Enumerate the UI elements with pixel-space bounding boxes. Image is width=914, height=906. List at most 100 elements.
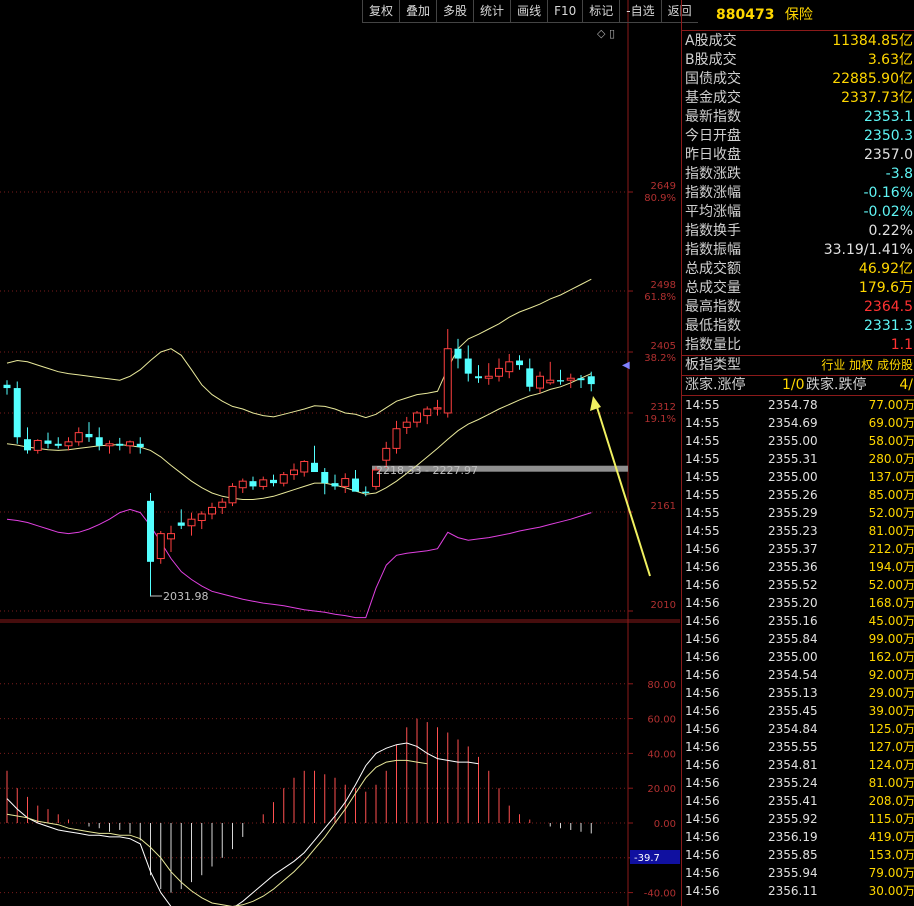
price-pointer-icon: ◀	[622, 360, 630, 371]
diamond-icon[interactable]: ◇	[597, 27, 605, 40]
tick-volume: 81.00万	[868, 524, 914, 538]
macd-dea-line	[6, 759, 428, 906]
tick-price: 2355.92	[768, 812, 818, 826]
sector-label: 板指类型	[685, 357, 741, 373]
candle-body	[382, 447, 391, 461]
tick-volume: 280.0万	[868, 452, 914, 466]
tick-volume: 52.00万	[868, 578, 914, 592]
annotation-arrow	[595, 403, 651, 577]
toolbar-fuquan-button[interactable]: 复权	[362, 0, 400, 23]
boll-lower-line	[6, 508, 592, 619]
tick-row: 14:56 2355.94 79.00万	[682, 864, 914, 882]
price-tick-label: 2010	[651, 600, 676, 611]
tick-price: 2355.52	[768, 578, 818, 592]
candle-body	[279, 474, 288, 484]
tick-volume: 99.00万	[868, 632, 914, 646]
candle-body	[557, 380, 564, 382]
sector-industry[interactable]: 行业	[821, 358, 849, 372]
candle-body	[566, 377, 575, 381]
tick-volume: 194.0万	[868, 560, 914, 574]
tick-volume: 29.00万	[868, 686, 914, 700]
tick-time: 14:55	[685, 416, 720, 430]
tick-volume: 58.00万	[868, 434, 914, 448]
tick-price: 2355.41	[768, 794, 818, 808]
tick-price: 2355.85	[768, 848, 818, 862]
tick-price: 2354.69	[768, 416, 818, 430]
sector-constituents[interactable]: 成份股	[877, 358, 913, 372]
toolbar-mark-button[interactable]: 标记	[582, 0, 620, 23]
tick-row: 14:56 2356.11 30.00万	[682, 882, 914, 900]
candle-body	[167, 533, 175, 540]
tick-time: 14:56	[685, 596, 720, 610]
stat-value: 2364.5	[864, 299, 913, 315]
stat-value: 22885.90亿	[832, 71, 913, 87]
candle-body	[95, 437, 103, 446]
kline-chart[interactable]: 2649 2498 2405 2312 2161 2010 80.9% 61.8% 38.2% 1…	[0, 0, 680, 906]
tick-price: 2355.29	[768, 506, 818, 520]
candle-body	[156, 533, 165, 560]
stat-value: 2337.73亿	[841, 90, 913, 106]
annotation-arrowhead	[590, 396, 601, 411]
stat-label: 总成交量	[685, 280, 741, 296]
stat-row: 基金成交 2337.73亿	[682, 89, 914, 108]
sector-weighted[interactable]: 加权	[849, 358, 877, 372]
candle-body	[505, 361, 514, 373]
down-label: 跌家.跌停	[806, 377, 867, 393]
tick-price: 2355.24	[768, 776, 818, 790]
toolbar-overlay-button[interactable]: 叠加	[399, 0, 437, 23]
stat-label: 最高指数	[685, 299, 741, 315]
tick-time: 14:56	[685, 560, 720, 574]
sector-values: 行业 加权 成份股	[821, 356, 913, 375]
toolbar-f10-button[interactable]: F10	[547, 0, 583, 23]
tick-time: 14:56	[685, 848, 720, 862]
candle-body	[238, 480, 247, 489]
stat-value: 2353.1	[864, 109, 913, 125]
price-tick-label: 2405	[651, 341, 676, 352]
candle-body	[454, 348, 462, 359]
candle-body	[3, 384, 11, 389]
stat-row: 指数量比 1.1	[682, 336, 914, 355]
toolbar-multistock-button[interactable]: 多股	[436, 0, 474, 23]
tick-row: 14:56 2355.37 212.0万	[682, 540, 914, 558]
price-tick-label: 2312	[651, 402, 676, 413]
toolbar-watchlist-button[interactable]: -自选	[619, 0, 661, 23]
macd-tick-label: 40.00	[647, 749, 676, 760]
window-icon[interactable]: ▯	[609, 27, 615, 40]
tick-volume: 79.00万	[868, 866, 914, 880]
toolbar-draw-button[interactable]: 画线	[510, 0, 548, 23]
tick-time: 14:55	[685, 506, 720, 520]
candle-body	[433, 407, 442, 410]
down-count: 4/	[899, 377, 913, 393]
tick-volume: 208.0万	[868, 794, 914, 808]
candle-body	[44, 440, 52, 444]
stat-value: 33.19/1.41%	[823, 242, 913, 258]
candle-body	[402, 421, 411, 428]
stat-label: A股成交	[685, 33, 737, 49]
stat-label: 基金成交	[685, 90, 741, 106]
tick-time: 14:56	[685, 632, 720, 646]
tick-volume: 115.0万	[868, 812, 914, 826]
candle-body	[270, 479, 277, 484]
toolbar-stats-button[interactable]: 统计	[473, 0, 511, 23]
candle-body	[331, 483, 339, 487]
tick-row: 14:55 2355.23 81.00万	[682, 522, 914, 540]
stat-label: 最低指数	[685, 318, 741, 334]
tick-price: 2355.00	[768, 650, 818, 664]
candle-body	[464, 358, 472, 374]
tick-volume: 212.0万	[868, 542, 914, 556]
candle-body	[587, 376, 595, 385]
candle-body	[24, 439, 31, 451]
stat-label: 平均涨幅	[685, 204, 741, 220]
tick-row: 14:56 2354.84 125.0万	[682, 720, 914, 738]
stat-value: 46.92亿	[858, 261, 913, 277]
candle-body	[259, 479, 268, 487]
stat-row: 最低指数 2331.3	[682, 317, 914, 336]
tick-volume: 162.0万	[868, 650, 914, 664]
stat-row: B股成交 3.63亿	[682, 51, 914, 70]
tick-time: 14:55	[685, 524, 720, 538]
stat-label: 昨日收盘	[685, 147, 741, 163]
tick-row: 14:56 2355.13 29.00万	[682, 684, 914, 702]
tick-row: 14:56 2355.55 127.0万	[682, 738, 914, 756]
candle-body	[228, 485, 237, 504]
tick-row: 14:56 2355.24 81.00万	[682, 774, 914, 792]
